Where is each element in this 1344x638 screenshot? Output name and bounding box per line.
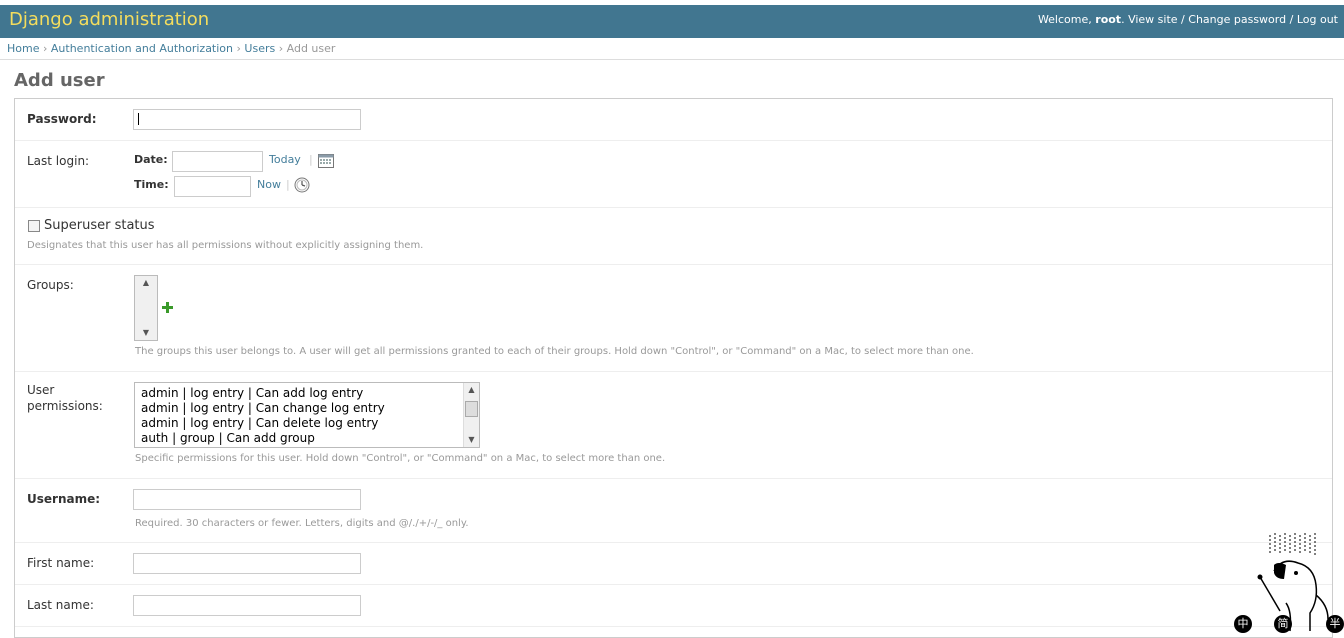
scroll-down-icon[interactable]: ▼ bbox=[135, 326, 157, 340]
now-link[interactable]: Now bbox=[257, 178, 281, 191]
breadcrumb-users[interactable]: Users bbox=[244, 42, 275, 55]
password-input[interactable] bbox=[133, 109, 361, 130]
site-title[interactable]: Django administration bbox=[9, 9, 209, 30]
username-input[interactable] bbox=[133, 489, 361, 510]
groups-help: The groups this user belongs to. A user … bbox=[135, 346, 974, 357]
mascot-badge: 半 bbox=[1326, 615, 1344, 633]
first-name-row: First name: bbox=[15, 543, 1332, 585]
groups-row: Groups: ▲ ▼ The groups this user belongs… bbox=[15, 265, 1332, 372]
username-label: Username: bbox=[27, 492, 101, 506]
header-bar: Django administration Welcome, root. Vie… bbox=[0, 5, 1344, 38]
text-cursor bbox=[138, 113, 139, 125]
user-permissions-row: User permissions: admin | log entry | Ca… bbox=[15, 372, 1332, 479]
username-display: root bbox=[1095, 13, 1122, 26]
date-input[interactable] bbox=[172, 151, 263, 172]
breadcrumb-home[interactable]: Home bbox=[7, 42, 39, 55]
add-user-form: Password: Last login: Date: Today | Time… bbox=[14, 98, 1333, 638]
time-label: Time: bbox=[134, 178, 169, 191]
date-separator: | bbox=[309, 153, 313, 166]
groups-label: Groups: bbox=[27, 278, 74, 292]
date-label: Date: bbox=[134, 153, 168, 166]
permission-option[interactable]: admin | log entry | Can add log entry bbox=[141, 386, 363, 400]
permission-option[interactable]: admin | log entry | Can change log entry bbox=[141, 401, 385, 415]
permissions-scrollbar[interactable]: ▲ ▼ bbox=[463, 383, 479, 447]
change-password-link[interactable]: Change password bbox=[1188, 13, 1286, 26]
log-out-link[interactable]: Log out bbox=[1297, 13, 1338, 26]
welcome-text: Welcome, bbox=[1037, 13, 1092, 26]
mascot-badge: 中 bbox=[1234, 615, 1252, 633]
breadcrumb: Home › Authentication and Authorization … bbox=[0, 38, 1344, 60]
mascot-watermark: 中 简 半 bbox=[1234, 533, 1344, 633]
breadcrumb-separator: › bbox=[236, 42, 241, 55]
mascot-badge: 简 bbox=[1274, 615, 1292, 633]
user-permissions-select[interactable]: admin | log entry | Can add log entry ad… bbox=[134, 382, 480, 448]
last-name-row: Last name: bbox=[15, 585, 1332, 627]
view-site-link[interactable]: View site bbox=[1128, 13, 1177, 26]
user-permissions-help: Specific permissions for this user. Hold… bbox=[135, 453, 666, 464]
tools-separator: / bbox=[1289, 13, 1294, 26]
superuser-checkbox[interactable] bbox=[28, 220, 40, 232]
time-separator: | bbox=[286, 178, 290, 191]
superuser-label[interactable]: Superuser status bbox=[44, 218, 155, 233]
first-name-input[interactable] bbox=[133, 553, 361, 574]
today-link[interactable]: Today bbox=[269, 153, 301, 166]
last-name-input[interactable] bbox=[133, 595, 361, 616]
user-permissions-label-line2: permissions: bbox=[27, 399, 103, 413]
clock-icon[interactable] bbox=[294, 177, 310, 193]
scroll-thumb[interactable] bbox=[465, 401, 478, 417]
breadcrumb-app[interactable]: Authentication and Authorization bbox=[51, 42, 233, 55]
username-row: Username: Required. 30 characters or few… bbox=[15, 479, 1332, 543]
last-login-label: Last login: bbox=[27, 154, 90, 168]
permission-option[interactable]: auth | group | Can add group bbox=[141, 431, 315, 445]
superuser-help: Designates that this user has all permis… bbox=[27, 240, 424, 251]
breadcrumb-separator: › bbox=[278, 42, 284, 55]
page-title: Add user bbox=[14, 70, 105, 91]
last-login-row: Last login: Date: Today | Time: Now | bbox=[15, 141, 1332, 208]
username-help: Required. 30 characters or fewer. Letter… bbox=[135, 518, 469, 529]
password-row: Password: bbox=[15, 99, 1332, 141]
scroll-up-icon[interactable]: ▲ bbox=[135, 276, 157, 290]
user-permissions-label-line1: User bbox=[27, 383, 55, 397]
scroll-down-icon[interactable]: ▼ bbox=[464, 433, 479, 447]
scroll-up-icon[interactable]: ▲ bbox=[464, 383, 479, 397]
user-tools: Welcome, root. View site / Change passwo… bbox=[1037, 13, 1338, 26]
superuser-row: Superuser status Designates that this us… bbox=[15, 208, 1332, 265]
last-name-label: Last name: bbox=[27, 598, 94, 612]
time-input[interactable] bbox=[174, 176, 251, 197]
breadcrumb-current: Add user bbox=[286, 42, 336, 55]
calendar-icon[interactable] bbox=[318, 153, 334, 168]
breadcrumb-separator: › bbox=[42, 42, 48, 55]
groups-select[interactable]: ▲ ▼ bbox=[134, 275, 158, 341]
password-label: Password: bbox=[27, 112, 97, 126]
add-group-icon[interactable] bbox=[162, 302, 173, 313]
tools-separator: / bbox=[1181, 13, 1185, 26]
first-name-label: First name: bbox=[27, 556, 95, 570]
groups-scrollbar[interactable]: ▲ ▼ bbox=[135, 276, 157, 340]
permission-option[interactable]: admin | log entry | Can delete log entry bbox=[141, 416, 378, 430]
